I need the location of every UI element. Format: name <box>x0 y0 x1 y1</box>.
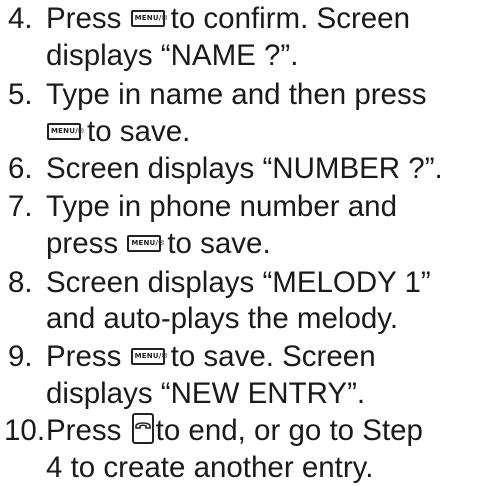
step-text: to save. Screen <box>170 340 376 373</box>
menu-key-icon: MENU/✉ <box>47 123 84 140</box>
step-text: Press <box>46 340 122 373</box>
step-text: to confirm. Screen <box>170 2 410 35</box>
step-text: to save. <box>167 227 271 260</box>
step-text: Press <box>46 414 122 447</box>
step-text: to save. <box>87 115 191 148</box>
step-text: Type in phone number and <box>46 190 397 223</box>
step-number: 7. <box>8 190 33 223</box>
menu-key-icon: MENU/✉ <box>127 235 164 252</box>
menu-key-icon: MENU/✉ <box>130 348 167 365</box>
step-number: 6. <box>8 152 33 185</box>
step-text: Type in name and then press <box>46 78 427 111</box>
step-number: 9. <box>8 340 33 373</box>
step-number: 8. <box>8 266 33 299</box>
step-text: Press <box>46 2 122 35</box>
step-text: to end, or go to Step <box>155 414 423 447</box>
step-text: 4 to create another entry. <box>46 451 374 484</box>
step-10: 10. Press to end, or go to Step <box>0 412 502 449</box>
step-text: press <box>46 227 119 260</box>
step-text: Screen displays “NUMBER ?”. <box>46 152 443 185</box>
step-number: 10. <box>4 414 46 447</box>
step-text: displays “NAME ?”. <box>46 39 299 72</box>
step-number: 4. <box>8 2 33 35</box>
step-number: 5. <box>8 78 33 111</box>
end-call-key-icon <box>131 413 154 444</box>
step-text: Screen displays “MELODY 1” <box>46 266 431 299</box>
step-text: and auto-plays the melody. <box>46 302 399 335</box>
menu-key-icon: MENU/✉ <box>130 10 167 27</box>
